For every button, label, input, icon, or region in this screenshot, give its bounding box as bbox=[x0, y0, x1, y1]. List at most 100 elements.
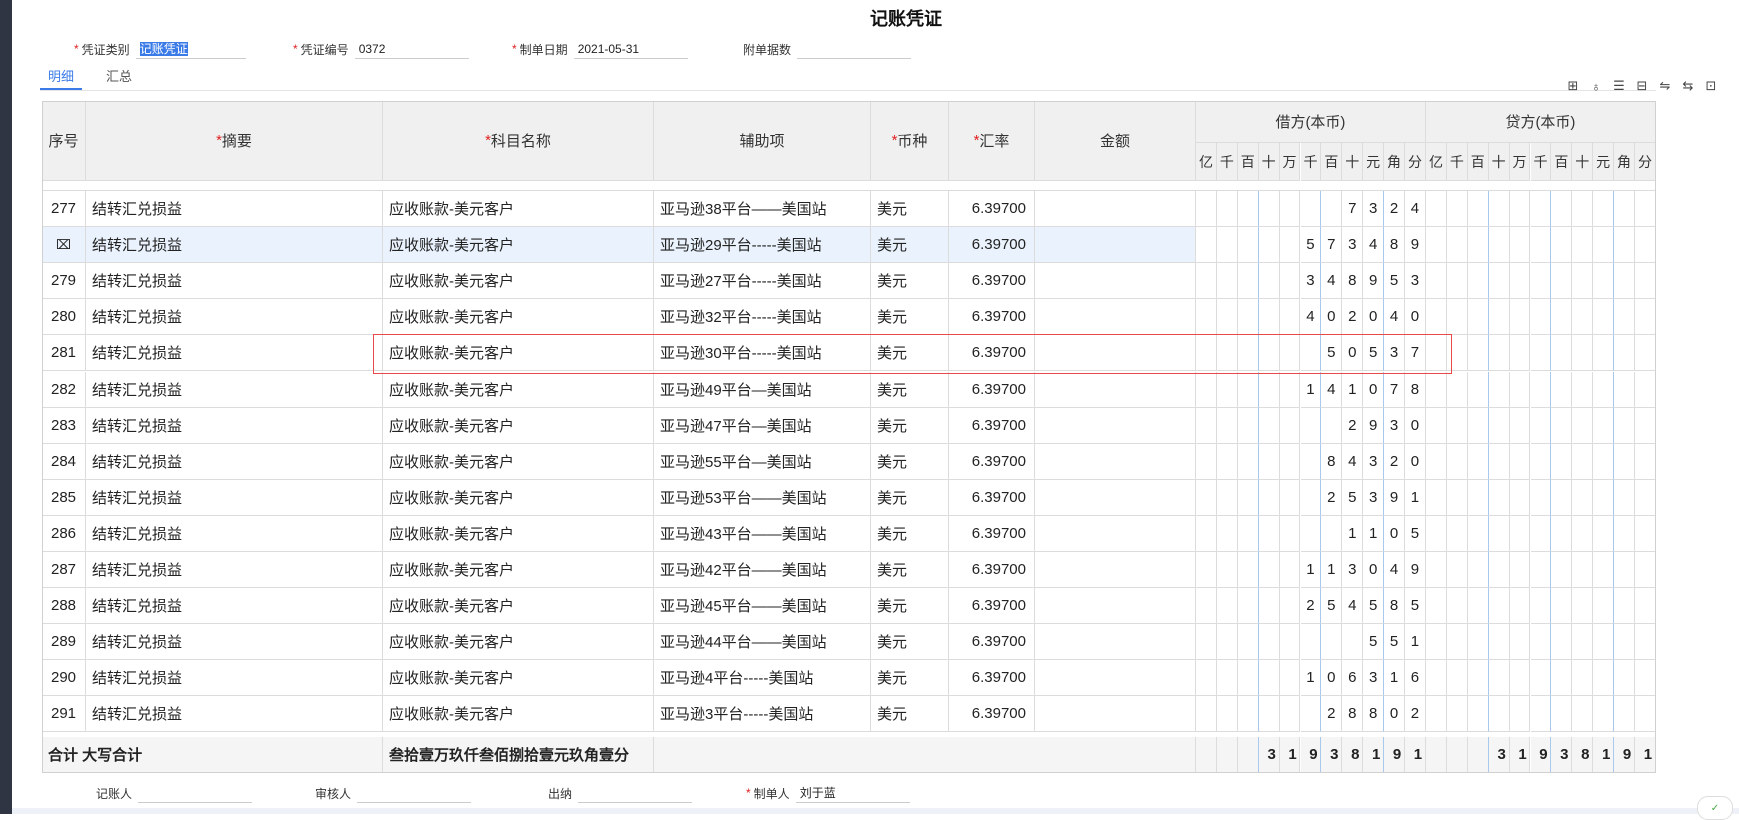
row-amount[interactable] bbox=[1035, 371, 1196, 408]
row-aux[interactable]: 亚马逊45平台——美国站 bbox=[654, 588, 871, 625]
row-rate[interactable]: 6.39700 bbox=[949, 624, 1035, 661]
row-aux[interactable]: 亚马逊30平台-----美国站 bbox=[654, 335, 871, 372]
row-aux[interactable]: 亚马逊44平台——美国站 bbox=[654, 624, 871, 661]
row-aux[interactable]: 亚马逊4平台-----美国站 bbox=[654, 660, 871, 697]
link-icon[interactable]: ⇋ bbox=[1657, 78, 1673, 94]
row-currency[interactable]: 美元 bbox=[871, 479, 949, 516]
row-amount[interactable] bbox=[1035, 227, 1196, 264]
row-account[interactable]: 应收账款-美元客户 bbox=[383, 371, 654, 408]
row-currency[interactable]: 美元 bbox=[871, 263, 949, 300]
cashier-input[interactable] bbox=[578, 784, 693, 803]
row-currency[interactable]: 美元 bbox=[871, 227, 949, 264]
row-summary[interactable]: 结转汇兑损益 bbox=[86, 263, 383, 300]
voucher-type-input[interactable]: 记账凭证 bbox=[135, 40, 246, 59]
row-rate[interactable]: 6.39700 bbox=[949, 515, 1035, 552]
row-amount[interactable] bbox=[1035, 443, 1196, 480]
bag-icon[interactable]: ♁ bbox=[1588, 78, 1604, 94]
tab-summary[interactable]: 汇总 bbox=[106, 66, 132, 85]
row-rate[interactable]: 6.39700 bbox=[949, 696, 1035, 733]
row-account[interactable]: 应收账款-美元客户 bbox=[383, 299, 654, 336]
row-aux[interactable]: 亚马逊38平台——美国站 bbox=[654, 191, 871, 228]
row-rate[interactable]: 6.39700 bbox=[949, 443, 1035, 480]
row-currency[interactable]: 美元 bbox=[871, 552, 949, 589]
row-rate[interactable]: 6.39700 bbox=[949, 588, 1035, 625]
row-amount[interactable] bbox=[1035, 552, 1196, 589]
row-amount[interactable] bbox=[1035, 588, 1196, 625]
row-rate[interactable]: 6.39700 bbox=[949, 407, 1035, 444]
row-aux[interactable]: 亚马逊49平台—美国站 bbox=[654, 371, 871, 408]
row-currency[interactable]: 美元 bbox=[871, 624, 949, 661]
row-amount[interactable] bbox=[1035, 660, 1196, 697]
row-rate[interactable]: 6.39700 bbox=[949, 191, 1035, 228]
row-amount[interactable] bbox=[1035, 407, 1196, 444]
row-account[interactable]: 应收账款-美元客户 bbox=[383, 624, 654, 661]
row-account[interactable]: 应收账款-美元客户 bbox=[383, 552, 654, 589]
row-account[interactable]: 应收账款-美元客户 bbox=[383, 227, 654, 264]
row-rate[interactable]: 6.39700 bbox=[949, 552, 1035, 589]
row-currency[interactable]: 美元 bbox=[871, 696, 949, 733]
attachments-input[interactable] bbox=[797, 40, 912, 59]
row-handle-icon[interactable]: ⌧ bbox=[42, 227, 86, 264]
tab-detail[interactable]: 明细 bbox=[39, 66, 83, 90]
row-currency[interactable]: 美元 bbox=[871, 407, 949, 444]
row-rate[interactable]: 6.39700 bbox=[949, 479, 1035, 516]
row-summary[interactable]: 结转汇兑损益 bbox=[86, 660, 383, 697]
row-amount[interactable] bbox=[1035, 696, 1196, 733]
row-summary[interactable]: 结转汇兑损益 bbox=[86, 479, 383, 516]
row-account[interactable]: 应收账款-美元客户 bbox=[383, 588, 654, 625]
row-account[interactable]: 应收账款-美元客户 bbox=[383, 407, 654, 444]
row-summary[interactable]: 结转汇兑损益 bbox=[86, 588, 383, 625]
row-rate[interactable]: 6.39700 bbox=[949, 227, 1035, 264]
row-summary[interactable]: 结转汇兑损益 bbox=[86, 335, 383, 372]
row-summary[interactable]: 结转汇兑损益 bbox=[86, 624, 383, 661]
row-currency[interactable]: 美元 bbox=[871, 588, 949, 625]
row-account[interactable]: 应收账款-美元客户 bbox=[383, 443, 654, 480]
row-currency[interactable]: 美元 bbox=[871, 191, 949, 228]
row-summary[interactable]: 结转汇兑损益 bbox=[86, 371, 383, 408]
insert-row-icon[interactable]: ⊞ bbox=[1565, 78, 1581, 94]
row-amount[interactable] bbox=[1035, 263, 1196, 300]
bookkeeper-input[interactable] bbox=[138, 784, 253, 803]
row-rate[interactable]: 6.39700 bbox=[949, 299, 1035, 336]
row-aux[interactable]: 亚马逊32平台-----美国站 bbox=[654, 299, 871, 336]
row-account[interactable]: 应收账款-美元客户 bbox=[383, 660, 654, 697]
row-account[interactable]: 应收账款-美元客户 bbox=[383, 191, 654, 228]
row-summary[interactable]: 结转汇兑损益 bbox=[86, 552, 383, 589]
row-currency[interactable]: 美元 bbox=[871, 299, 949, 336]
row-aux[interactable]: 亚马逊47平台—美国站 bbox=[654, 407, 871, 444]
row-account[interactable]: 应收账款-美元客户 bbox=[383, 335, 654, 372]
row-account[interactable]: 应收账款-美元客户 bbox=[383, 479, 654, 516]
row-account[interactable]: 应收账款-美元客户 bbox=[383, 263, 654, 300]
row-aux[interactable]: 亚马逊42平台——美国站 bbox=[654, 552, 871, 589]
template-icon[interactable]: ⊟ bbox=[1634, 78, 1650, 94]
row-currency[interactable]: 美元 bbox=[871, 371, 949, 408]
row-aux[interactable]: 亚马逊3平台-----美国站 bbox=[654, 696, 871, 733]
list-icon[interactable]: ☰ bbox=[1611, 78, 1627, 94]
row-rate[interactable]: 6.39700 bbox=[949, 371, 1035, 408]
row-summary[interactable]: 结转汇兑损益 bbox=[86, 227, 383, 264]
row-currency[interactable]: 美元 bbox=[871, 335, 949, 372]
expand-icon[interactable]: ⊡ bbox=[1703, 78, 1719, 94]
row-summary[interactable]: 结转汇兑损益 bbox=[86, 696, 383, 733]
row-rate[interactable]: 6.39700 bbox=[949, 335, 1035, 372]
row-amount[interactable] bbox=[1035, 299, 1196, 336]
row-rate[interactable]: 6.39700 bbox=[949, 263, 1035, 300]
row-aux[interactable]: 亚马逊29平台-----美国站 bbox=[654, 227, 871, 264]
row-aux[interactable]: 亚马逊27平台-----美国站 bbox=[654, 263, 871, 300]
row-currency[interactable]: 美元 bbox=[871, 443, 949, 480]
row-account[interactable]: 应收账款-美元客户 bbox=[383, 696, 654, 733]
maker-input[interactable]: 刘于蓝 bbox=[795, 784, 910, 803]
date-input[interactable]: 2021-05-31 bbox=[573, 40, 688, 59]
row-summary[interactable]: 结转汇兑损益 bbox=[86, 407, 383, 444]
row-summary[interactable]: 结转汇兑损益 bbox=[86, 191, 383, 228]
row-aux[interactable]: 亚马逊43平台——美国站 bbox=[654, 515, 871, 552]
row-currency[interactable]: 美元 bbox=[871, 515, 949, 552]
row-summary[interactable]: 结转汇兑损益 bbox=[86, 515, 383, 552]
voucher-no-input[interactable]: 0372 bbox=[354, 40, 469, 59]
row-aux[interactable]: 亚马逊55平台—美国站 bbox=[654, 443, 871, 480]
split-icon[interactable]: ⇆ bbox=[1680, 78, 1696, 94]
row-rate[interactable]: 6.39700 bbox=[949, 660, 1035, 697]
row-amount[interactable] bbox=[1035, 624, 1196, 661]
row-account[interactable]: 应收账款-美元客户 bbox=[383, 515, 654, 552]
row-amount[interactable] bbox=[1035, 335, 1196, 372]
